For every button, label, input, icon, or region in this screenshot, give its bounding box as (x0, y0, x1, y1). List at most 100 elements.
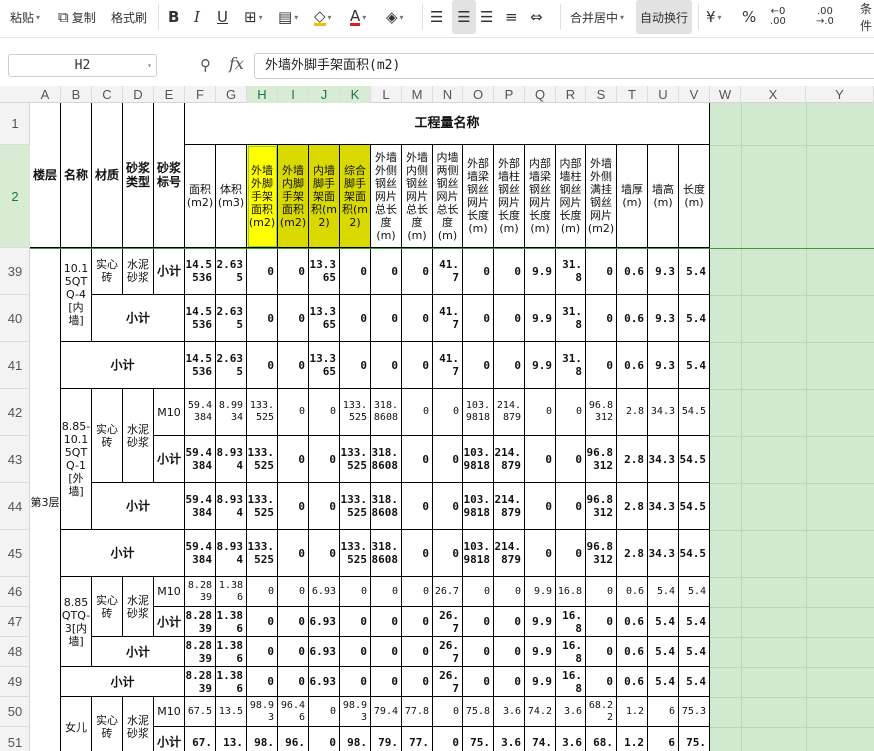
value-cell[interactable]: 8.2839 (185, 607, 216, 637)
value-cell[interactable]: 6.93 (309, 637, 340, 667)
value-cell[interactable]: 0 (586, 342, 617, 389)
column-title[interactable]: 墙高(m) (648, 145, 679, 248)
value-cell[interactable]: 0 (371, 607, 402, 637)
value-cell[interactable]: 0 (494, 667, 525, 697)
value-cell[interactable]: 75.8 (463, 697, 494, 727)
column-header[interactable]: H (247, 86, 278, 103)
value-cell[interactable]: 133.525 (340, 530, 371, 577)
value-cell[interactable]: 0 (278, 530, 309, 577)
column-header[interactable]: X (741, 86, 806, 103)
column-header[interactable]: I (278, 86, 309, 103)
value-cell[interactable]: 75. (679, 727, 710, 751)
value-cell[interactable]: 54.5 (679, 530, 710, 577)
column-title[interactable]: 外墙外脚手架面积(m2) (247, 145, 278, 248)
value-cell[interactable]: 0 (494, 248, 525, 295)
value-cell[interactable]: 133.525 (247, 530, 278, 577)
merge-center-button[interactable]: 合并居中 ▾ (570, 0, 624, 34)
value-cell[interactable]: 59.4384 (185, 483, 216, 530)
value-cell[interactable]: 0 (278, 295, 309, 342)
value-cell[interactable]: 13.365 (309, 295, 340, 342)
value-cell[interactable]: 41.7 (433, 342, 463, 389)
value-cell[interactable]: 0 (463, 342, 494, 389)
value-cell[interactable]: 0 (340, 577, 371, 607)
value-cell[interactable]: 0 (402, 577, 433, 607)
value-cell[interactable]: 0 (340, 342, 371, 389)
value-cell[interactable]: 0 (402, 483, 433, 530)
subtotal-cell[interactable]: 小计 (61, 667, 185, 697)
distribute-button[interactable]: ⇔ (530, 0, 543, 34)
row-header[interactable]: 45 (0, 530, 30, 577)
column-header[interactable]: S (586, 86, 617, 103)
wrap-text-button[interactable]: 自动换行 (636, 0, 693, 34)
value-cell[interactable]: 9.9 (525, 667, 556, 697)
value-cell[interactable]: 133.525 (247, 389, 278, 436)
value-cell[interactable]: 3.6 (556, 727, 586, 751)
value-cell[interactable]: 9.3 (648, 342, 679, 389)
value-cell[interactable]: 103.9818 (463, 530, 494, 577)
value-cell[interactable]: 0 (494, 607, 525, 637)
value-cell[interactable]: 5.4 (679, 248, 710, 295)
value-cell[interactable]: 103.9818 (463, 483, 494, 530)
component-name[interactable]: 女儿 (61, 697, 92, 751)
value-cell[interactable]: 77. (402, 727, 433, 751)
value-cell[interactable]: 34.3 (648, 530, 679, 577)
value-cell[interactable]: 0 (586, 295, 617, 342)
value-cell[interactable]: 0 (371, 342, 402, 389)
fill-color-button[interactable]: ◇ ▾ (314, 0, 332, 34)
bold-button[interactable]: B (168, 0, 179, 34)
value-cell[interactable]: 0 (402, 607, 433, 637)
zoom-icon[interactable]: ⚲ (200, 56, 211, 74)
row-header[interactable]: 50 (0, 697, 30, 727)
value-cell[interactable]: 31.8 (556, 342, 586, 389)
header-section-title[interactable]: 工程量名称 (185, 103, 710, 145)
value-cell[interactable]: 79. (371, 727, 402, 751)
value-cell[interactable]: 133.525 (247, 483, 278, 530)
value-cell[interactable]: 0 (371, 248, 402, 295)
value-cell[interactable]: 103.9818 (463, 389, 494, 436)
value-cell[interactable]: 0 (463, 637, 494, 667)
subtotal-cell[interactable]: 小计 (154, 436, 185, 483)
value-cell[interactable]: 0 (586, 637, 617, 667)
value-cell[interactable]: 34.3 (648, 436, 679, 483)
value-cell[interactable]: 0 (556, 436, 586, 483)
name-box[interactable]: H2 ▾ (8, 54, 157, 77)
value-cell[interactable]: 0 (278, 483, 309, 530)
mortar-cell[interactable]: 水泥砂浆 (123, 389, 154, 483)
currency-button[interactable]: ¥ ▾ (706, 0, 722, 34)
value-cell[interactable]: 0 (278, 667, 309, 697)
paste-button[interactable]: 粘贴 ▾ (10, 0, 40, 34)
value-cell[interactable]: 0 (278, 248, 309, 295)
value-cell[interactable]: 214.879 (494, 483, 525, 530)
value-cell[interactable]: 318.8608 (371, 530, 402, 577)
value-cell[interactable]: 6.93 (309, 667, 340, 697)
value-cell[interactable]: 3.6 (494, 727, 525, 751)
value-cell[interactable]: 98.93 (247, 697, 278, 727)
value-cell[interactable]: 0 (402, 436, 433, 483)
row-header[interactable]: 40 (0, 295, 30, 342)
value-cell[interactable]: 8.934 (216, 436, 247, 483)
value-cell[interactable]: 6 (648, 727, 679, 751)
value-cell[interactable]: 0 (309, 697, 340, 727)
value-cell[interactable]: 98.93 (340, 697, 371, 727)
value-cell[interactable]: 0 (247, 577, 278, 607)
value-cell[interactable]: 2.8 (617, 530, 648, 577)
value-cell[interactable]: 8.9934 (216, 389, 247, 436)
column-header[interactable]: B (61, 86, 92, 103)
value-cell[interactable]: 96.8312 (586, 483, 617, 530)
underline-button[interactable]: U (217, 0, 228, 34)
component-name[interactable]: 8.85-10.15QTQ-1[外墙] (61, 389, 92, 530)
value-cell[interactable]: 0 (494, 342, 525, 389)
row-header[interactable]: 46 (0, 577, 30, 607)
value-cell[interactable]: 0 (402, 389, 433, 436)
value-cell[interactable]: 0 (402, 530, 433, 577)
value-cell[interactable]: 0.6 (617, 342, 648, 389)
value-cell[interactable]: 0 (525, 530, 556, 577)
clear-button[interactable]: ◈ ▾ (386, 0, 404, 34)
column-header[interactable]: Y (806, 86, 874, 103)
value-cell[interactable]: 6 (648, 697, 679, 727)
value-cell[interactable]: 8.934 (216, 483, 247, 530)
row-header[interactable]: 2 (0, 145, 30, 248)
mortar-cell[interactable]: 水泥砂浆 (123, 697, 154, 751)
align-left-button[interactable]: ☰ (430, 0, 443, 34)
column-title[interactable]: 外部墙梁钢丝网片长度(m) (463, 145, 494, 248)
